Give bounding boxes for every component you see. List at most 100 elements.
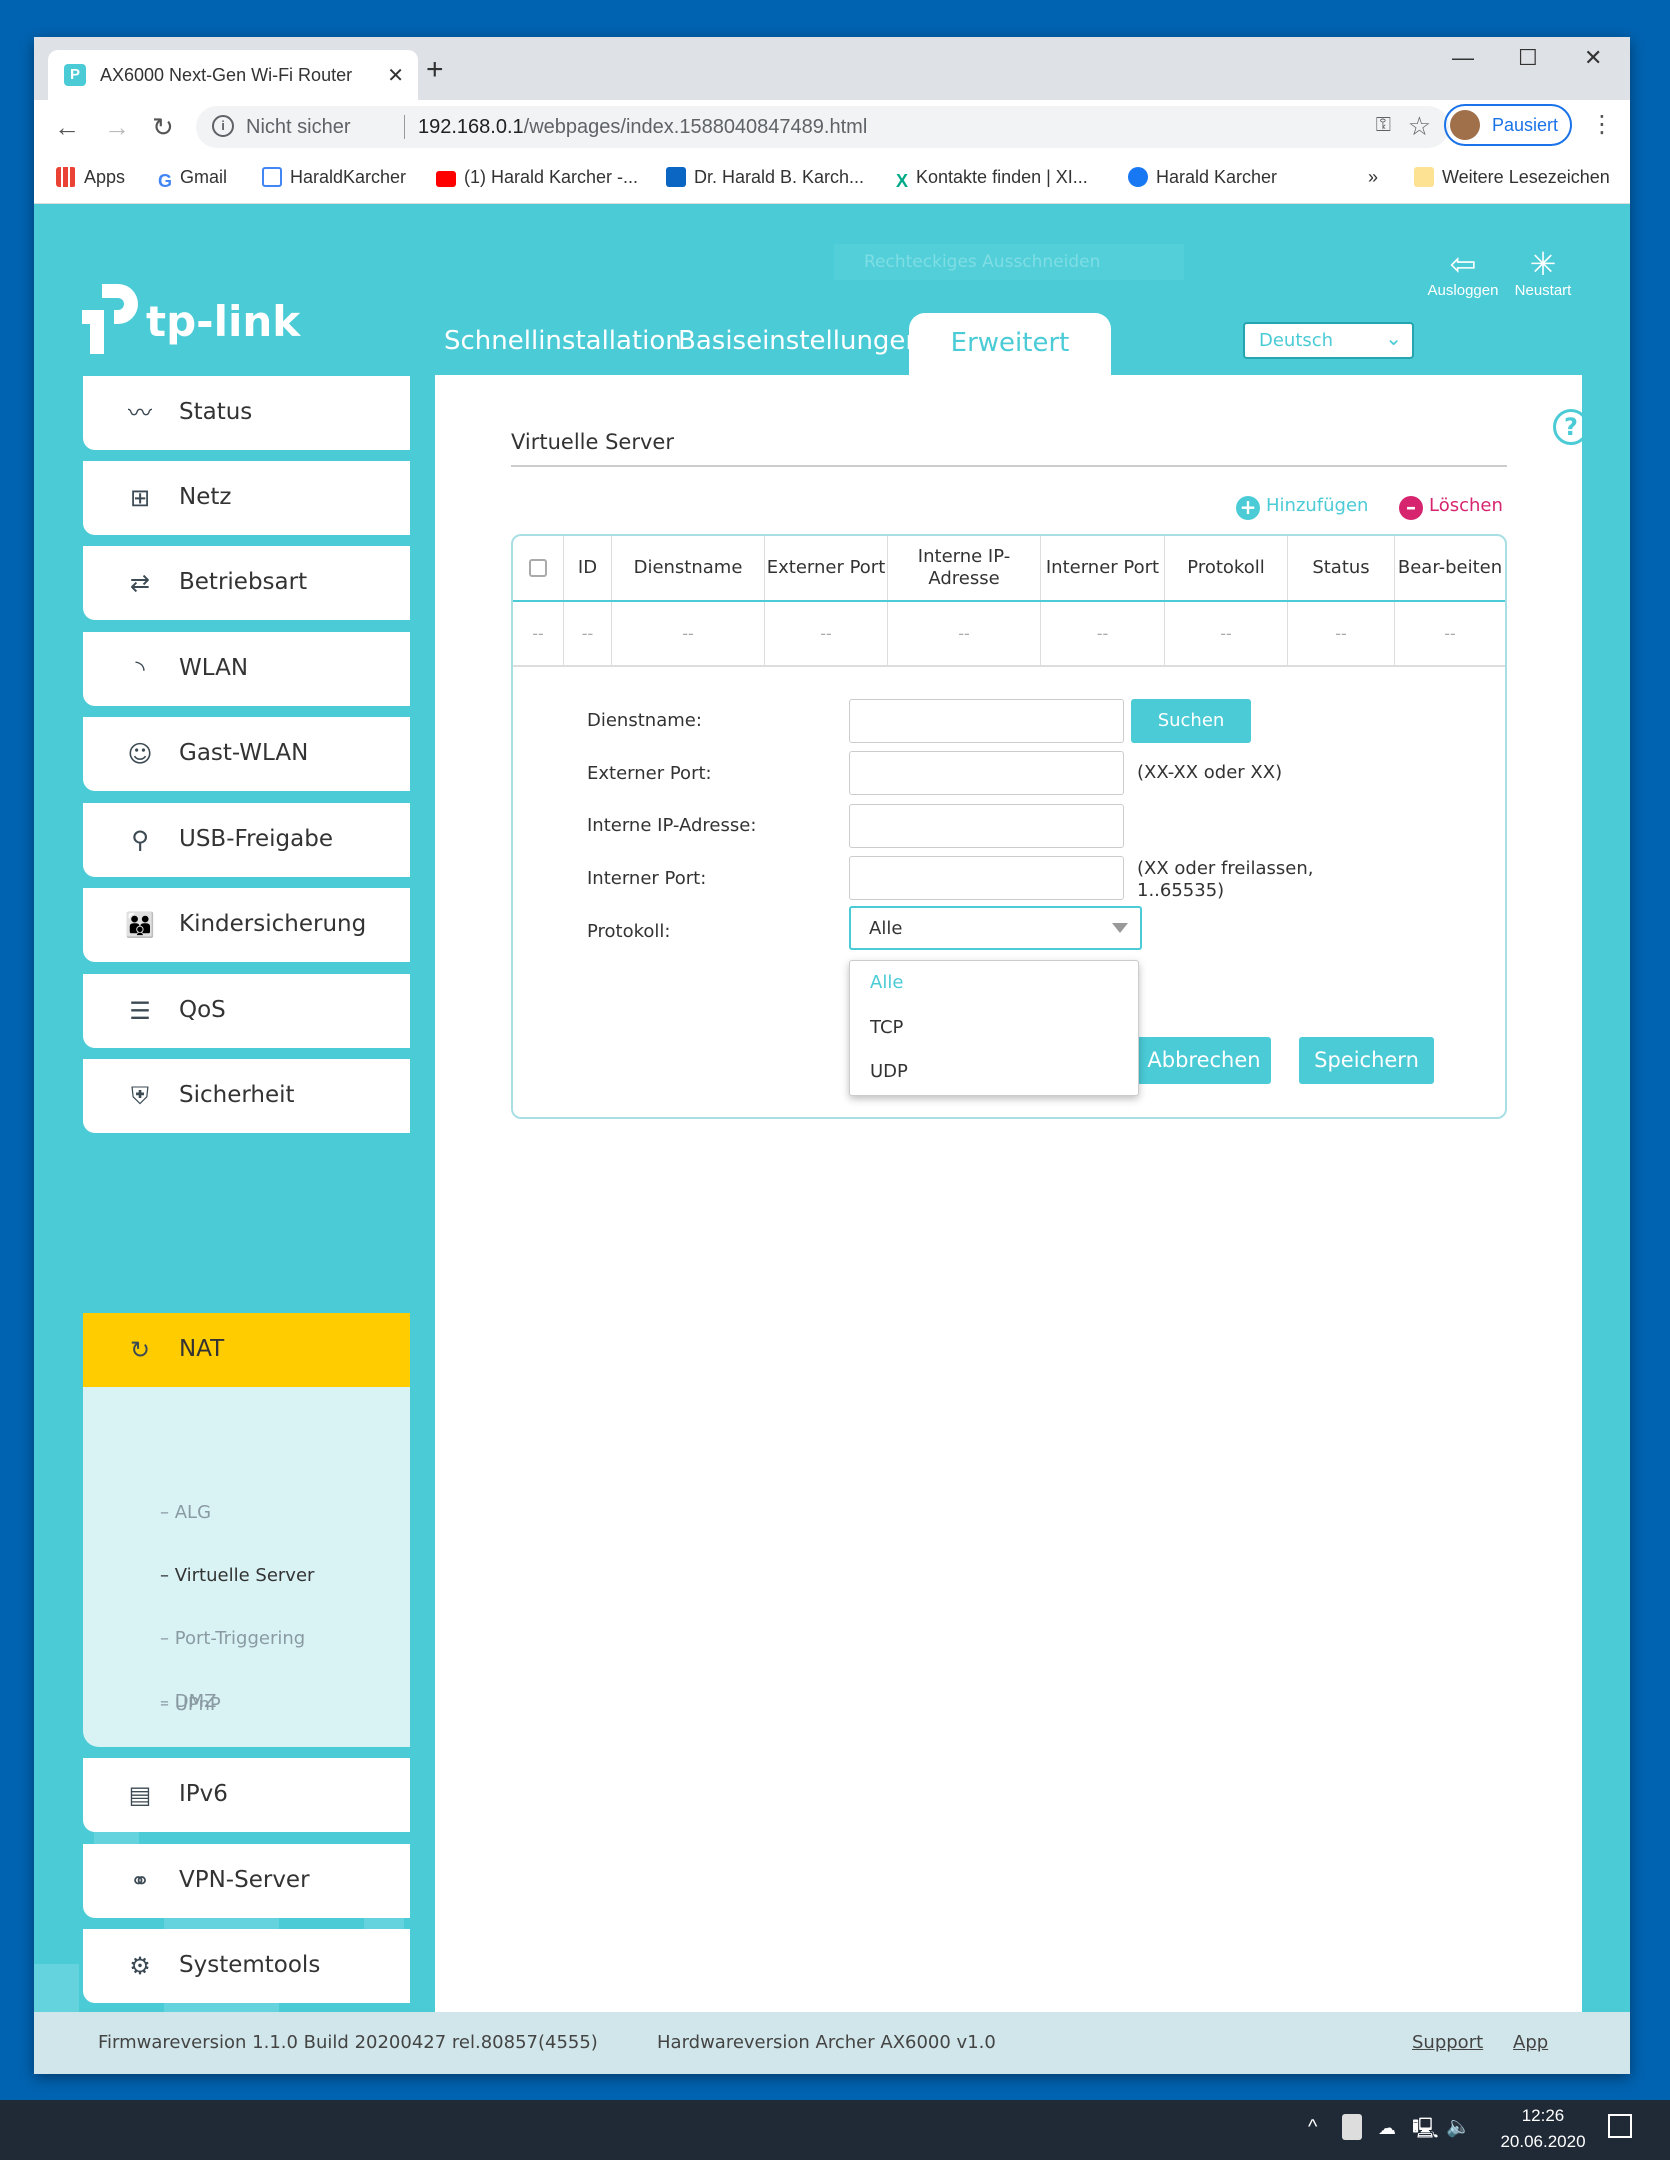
- show-hidden-icons[interactable]: ^: [1308, 2116, 1317, 2139]
- vpn-icon: ⚭: [129, 1867, 151, 1895]
- bookmark-apps[interactable]: Apps: [56, 167, 125, 188]
- dash: –: [160, 1502, 169, 1523]
- facebook-icon: [1128, 167, 1148, 187]
- address-bar[interactable]: i Nicht sicher 192.168.0.1/webpages/inde…: [196, 106, 1449, 148]
- service-name-input[interactable]: [849, 699, 1124, 743]
- internal-ip-input[interactable]: [849, 804, 1124, 848]
- other-bookmarks[interactable]: Weitere Lesezeichen: [1414, 167, 1610, 188]
- taskbar: ^ ☁ 🖳 🔈 12:26 20.06.2020: [0, 2100, 1670, 2160]
- save-button[interactable]: Speichern: [1299, 1037, 1434, 1084]
- delete-button[interactable]: – Löschen: [1399, 495, 1503, 520]
- submenu-alg[interactable]: – ALG: [160, 1502, 211, 1523]
- protocol-select[interactable]: Alle: [849, 906, 1142, 950]
- add-button[interactable]: + Hinzufügen: [1236, 495, 1368, 520]
- linkedin-icon: [666, 167, 686, 187]
- bookmark-linkedin[interactable]: Dr. Harald B. Karch...: [666, 167, 864, 188]
- back-icon[interactable]: ←: [54, 112, 80, 143]
- ghost-overlay-text: Rechteckiges Ausschneiden: [834, 244, 1184, 280]
- gear-icon: ⚙: [129, 1952, 151, 1980]
- sidebar-item-wlan[interactable]: ◝ WLAN: [83, 632, 410, 706]
- menu-icon[interactable]: ⋮: [1590, 110, 1614, 138]
- submenu-port-triggering[interactable]: – Port-Triggering: [160, 1628, 305, 1649]
- sidebar-item-nat[interactable]: ↻ NAT: [83, 1313, 410, 1387]
- logout-button[interactable]: ⇦ Ausloggen: [1423, 246, 1503, 299]
- onedrive-icon[interactable]: ☁: [1378, 2118, 1396, 2139]
- star-icon[interactable]: ☆: [1408, 111, 1431, 142]
- bookmark-youtube[interactable]: (1) Harald Karcher -...: [436, 167, 638, 188]
- bookmarks-bar: Apps G Gmail HaraldKarcher (1) Harald Kar…: [34, 153, 1630, 204]
- clock[interactable]: 12:26 20.06.2020: [1498, 2106, 1588, 2152]
- more-bookmarks-icon[interactable]: »: [1368, 167, 1378, 188]
- content-panel: Virtuelle Server ? + Hinzufügen – Löschen …: [435, 375, 1589, 2012]
- submenu-virtuelle-server[interactable]: – Virtuelle Server: [160, 1565, 314, 1586]
- notifications-icon[interactable]: [1608, 2114, 1632, 2138]
- volume-icon[interactable]: 🔈: [1446, 2114, 1471, 2139]
- chevron-down-icon: ⌄: [1385, 326, 1402, 350]
- protocol-label: Protokoll:: [587, 921, 671, 942]
- bookmark-facebook[interactable]: Harald Karcher: [1128, 167, 1277, 188]
- maximize-icon[interactable]: ☐: [1518, 45, 1538, 71]
- sidebar-item-systemtools[interactable]: ⚙ Systemtools: [83, 1929, 410, 2003]
- url-text[interactable]: 192.168.0.1/webpages/index.1588040847489…: [418, 116, 867, 139]
- option-alle[interactable]: Alle: [870, 972, 903, 993]
- sidebar-item-vpn-server[interactable]: ⚭ VPN-Server: [83, 1844, 410, 1918]
- internal-port-input[interactable]: [849, 856, 1124, 900]
- hint-line: 1..65535): [1137, 880, 1225, 901]
- tab-schnellinstallation[interactable]: Schnellinstallation: [444, 326, 682, 356]
- submenu-label: ALG: [174, 1502, 212, 1523]
- key-icon[interactable]: ⚿: [1376, 114, 1391, 137]
- external-port-input[interactable]: [849, 751, 1124, 795]
- table-cell: --: [513, 602, 564, 665]
- reboot-label: Neustart: [1514, 282, 1572, 299]
- tab-basiseinstellungen[interactable]: Basiseinstellungen: [678, 326, 922, 356]
- select-all-checkbox[interactable]: [529, 559, 547, 577]
- pulse-icon: 〰: [128, 399, 152, 427]
- bookmark-xing[interactable]: X Kontakte finden | XI...: [896, 167, 1088, 191]
- network-icon: ⊞: [129, 484, 151, 512]
- cancel-button[interactable]: Abbrechen: [1137, 1037, 1271, 1084]
- sidebar-item-qos[interactable]: ☰ QoS: [83, 974, 410, 1048]
- bookmark-haraldkarcher[interactable]: HaraldKarcher: [262, 167, 406, 188]
- close-window-icon[interactable]: ✕: [1584, 45, 1602, 71]
- option-udp[interactable]: UDP: [870, 1061, 908, 1082]
- tab-erweitert[interactable]: Erweitert: [909, 313, 1111, 377]
- bookmark-gmail[interactable]: G Gmail: [158, 167, 227, 191]
- minimize-icon[interactable]: —: [1452, 45, 1474, 71]
- ipv6-icon: ▤: [128, 1781, 152, 1809]
- sidebar-item-netz[interactable]: ⊞ Netz: [83, 461, 410, 535]
- reboot-icon: ✳: [1529, 246, 1557, 282]
- help-icon[interactable]: ?: [1553, 409, 1589, 445]
- google-icon: G: [158, 171, 173, 191]
- address-row: ← → ↻ i Nicht sicher 192.168.0.1/webpage…: [34, 100, 1630, 153]
- sidebar-item-label: NAT: [179, 1336, 225, 1362]
- sidebar-item-gast-wlan[interactable]: ☺ Gast-WLAN: [83, 717, 410, 791]
- sidebar-item-ipv6[interactable]: ▤ IPv6: [83, 1758, 410, 1832]
- submenu-upnp[interactable]: – UPnP: [160, 1694, 221, 1715]
- sidebar-item-kindersicherung[interactable]: 👪 Kindersicherung: [83, 888, 410, 962]
- close-tab-icon[interactable]: ✕: [387, 63, 404, 88]
- profile-button[interactable]: Pausiert: [1444, 104, 1572, 146]
- sidebar-item-betriebsart[interactable]: ⇄ Betriebsart: [83, 546, 410, 620]
- tab-title: AX6000 Next-Gen Wi-Fi Router: [100, 65, 353, 85]
- app-link[interactable]: App: [1513, 2032, 1548, 2053]
- search-button[interactable]: Suchen: [1131, 699, 1251, 743]
- tray-app-icon[interactable]: [1342, 2114, 1362, 2140]
- sidebar-item-sicherheit[interactable]: ⛨ Sicherheit: [83, 1059, 410, 1133]
- table-cell: --: [1444, 624, 1456, 643]
- browser-tab[interactable]: P AX6000 Next-Gen Wi-Fi Router ✕: [48, 50, 418, 100]
- language-select[interactable]: Deutsch ⌄: [1243, 322, 1414, 359]
- new-tab-icon[interactable]: +: [426, 53, 444, 87]
- sidebar-item-usb[interactable]: ⚲ USB-Freigabe: [83, 803, 410, 877]
- page-title: Virtuelle Server: [511, 430, 674, 454]
- option-tcp[interactable]: TCP: [870, 1017, 903, 1038]
- submenu-label: Port-Triggering: [174, 1628, 306, 1649]
- reload-icon[interactable]: ↻: [152, 112, 174, 143]
- reboot-button[interactable]: ✳ Neustart: [1503, 246, 1583, 299]
- sidebar-item-status[interactable]: 〰 Status: [83, 376, 410, 450]
- support-link[interactable]: Support: [1412, 2032, 1483, 2053]
- service-name-label: Dienstname:: [587, 710, 702, 731]
- network-tray-icon[interactable]: 🖳: [1412, 2114, 1439, 2148]
- firmware-version: Firmwareversion 1.1.0 Build 20200427 rel…: [98, 2032, 598, 2053]
- info-icon[interactable]: i: [212, 115, 234, 137]
- forward-icon[interactable]: →: [104, 112, 130, 143]
